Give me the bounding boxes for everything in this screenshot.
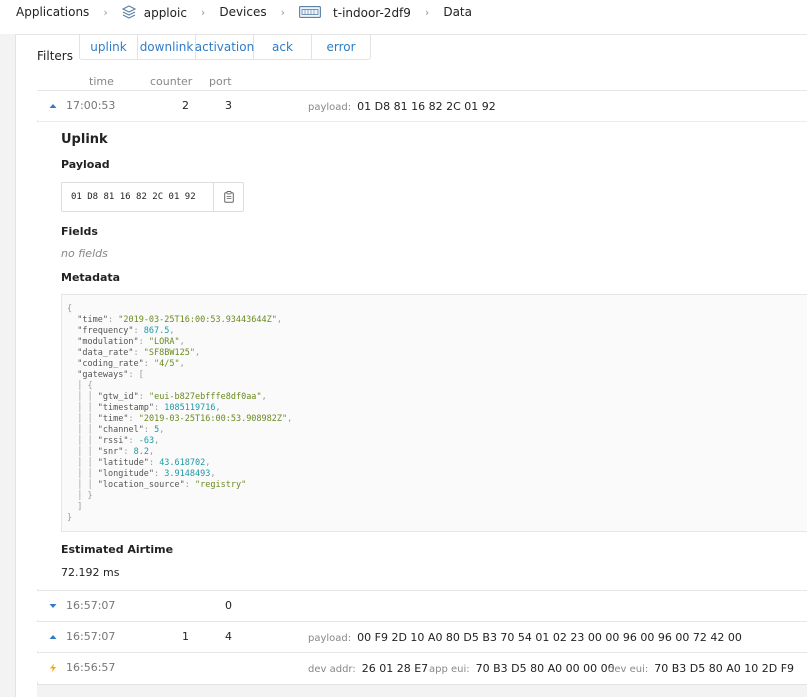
airtime-value: 72.192 ms: [61, 566, 120, 579]
breadcrumb-app-label: apploic: [143, 5, 187, 20]
table-row[interactable]: 16:57:07 0: [37, 590, 807, 620]
uplink-detail: Uplink Payload 01 D8 81 16 82 2C 01 92 F…: [37, 121, 807, 589]
row-time: 17:00:53: [66, 99, 116, 112]
breadcrumb-applications[interactable]: Applications: [16, 5, 89, 19]
row-port: 3: [225, 99, 232, 112]
table-footer: [37, 684, 807, 697]
downlink-arrow-icon: [49, 604, 57, 608]
row-counter: 2: [182, 99, 189, 112]
breadcrumb-separator: ›: [424, 5, 430, 19]
application-icon: [121, 4, 136, 19]
row-app-eui: app eui: 70 B3 D5 80 A0 00 00 00: [429, 661, 615, 675]
breadcrumb-device-label: t-indoor-2df9: [333, 5, 411, 20]
filter-tabs: uplink downlink activation ack error: [79, 34, 371, 60]
metadata-json: { "time": "2019-03-25T16:00:53.93443644Z…: [61, 294, 807, 532]
uplink-arrow-icon: [49, 104, 57, 108]
breadcrumb-separator: ›: [200, 5, 206, 19]
clipboard-icon: [223, 191, 234, 203]
app-eui-label: app eui:: [429, 664, 470, 675]
table-row[interactable]: 16:56:57 dev addr: 26 01 28 E7 app eui: 70…: [37, 652, 807, 682]
filters-label: Filters: [37, 49, 73, 63]
detail-title: Uplink: [61, 132, 108, 147]
row-time: 16:57:07: [66, 630, 116, 643]
metadata-heading: Metadata: [61, 271, 121, 284]
sidebar-gutter: [0, 34, 16, 697]
payload-label: payload:: [308, 633, 352, 644]
row-port: 0: [225, 599, 232, 612]
filter-uplink[interactable]: uplink: [80, 34, 138, 59]
filter-activation[interactable]: activation: [195, 34, 254, 59]
fields-heading: Fields: [61, 225, 98, 238]
row-time: 16:57:07: [66, 599, 116, 612]
row-dev-eui: dev eui: 70 B3 D5 80 A0 10 2D F9: [608, 661, 794, 675]
breadcrumb-app[interactable]: apploic: [121, 4, 187, 20]
payload-box: 01 D8 81 16 82 2C 01 92: [61, 182, 244, 212]
dev-eui-label: dev eui:: [608, 664, 649, 675]
payload-value: 00 F9 2D 10 A0 80 D5 B3 70 54 01 02 23 0…: [357, 631, 742, 644]
row-payload: payload: 01 D8 81 16 82 2C 01 92: [308, 99, 496, 113]
row-dev-addr: dev addr: 26 01 28 E7: [308, 661, 428, 675]
payload-label: payload:: [308, 102, 352, 113]
device-icon: [299, 5, 321, 18]
payload-heading: Payload: [61, 158, 110, 171]
table-row[interactable]: 16:57:07 1 4 payload: 00 F9 2D 10 A0 80 D…: [37, 621, 807, 651]
uplink-arrow-icon: [49, 635, 57, 639]
lightning-icon: [50, 663, 56, 673]
row-time: 16:56:57: [66, 661, 116, 674]
copy-button[interactable]: [213, 183, 243, 211]
filter-downlink[interactable]: downlink: [138, 34, 196, 59]
breadcrumb: Applications › apploic › Devices › t-ind…: [0, 0, 807, 24]
airtime-heading: Estimated Airtime: [61, 543, 174, 556]
breadcrumb-device[interactable]: t-indoor-2df9: [299, 5, 411, 20]
column-header-counter[interactable]: counter: [150, 75, 192, 88]
dev-addr-value: 26 01 28 E7: [361, 662, 429, 675]
filter-ack[interactable]: ack: [254, 34, 312, 59]
dev-addr-label: dev addr:: [308, 664, 356, 675]
no-fields-text: no fields: [61, 247, 108, 260]
dev-eui-value: 70 B3 D5 80 A0 10 2D F9: [654, 662, 795, 675]
breadcrumb-devices[interactable]: Devices: [219, 5, 266, 19]
breadcrumb-separator: ›: [280, 5, 286, 19]
row-counter: 1: [182, 630, 189, 643]
app-eui-value: 70 B3 D5 80 A0 00 00 00: [475, 662, 615, 675]
column-header-port[interactable]: port: [209, 75, 232, 88]
payload-hex: 01 D8 81 16 82 2C 01 92: [71, 192, 196, 202]
row-payload: payload: 00 F9 2D 10 A0 80 D5 B3 70 54 01…: [308, 630, 742, 644]
filter-error[interactable]: error: [312, 34, 370, 59]
payload-value: 01 D8 81 16 82 2C 01 92: [357, 100, 496, 113]
breadcrumb-separator: ›: [103, 5, 108, 19]
breadcrumb-data: Data: [443, 5, 472, 19]
column-header-time[interactable]: time: [89, 75, 114, 88]
row-port: 4: [225, 630, 232, 643]
table-row[interactable]: 17:00:53 2 3 payload: 01 D8 81 16 82 2C 0…: [37, 90, 807, 120]
